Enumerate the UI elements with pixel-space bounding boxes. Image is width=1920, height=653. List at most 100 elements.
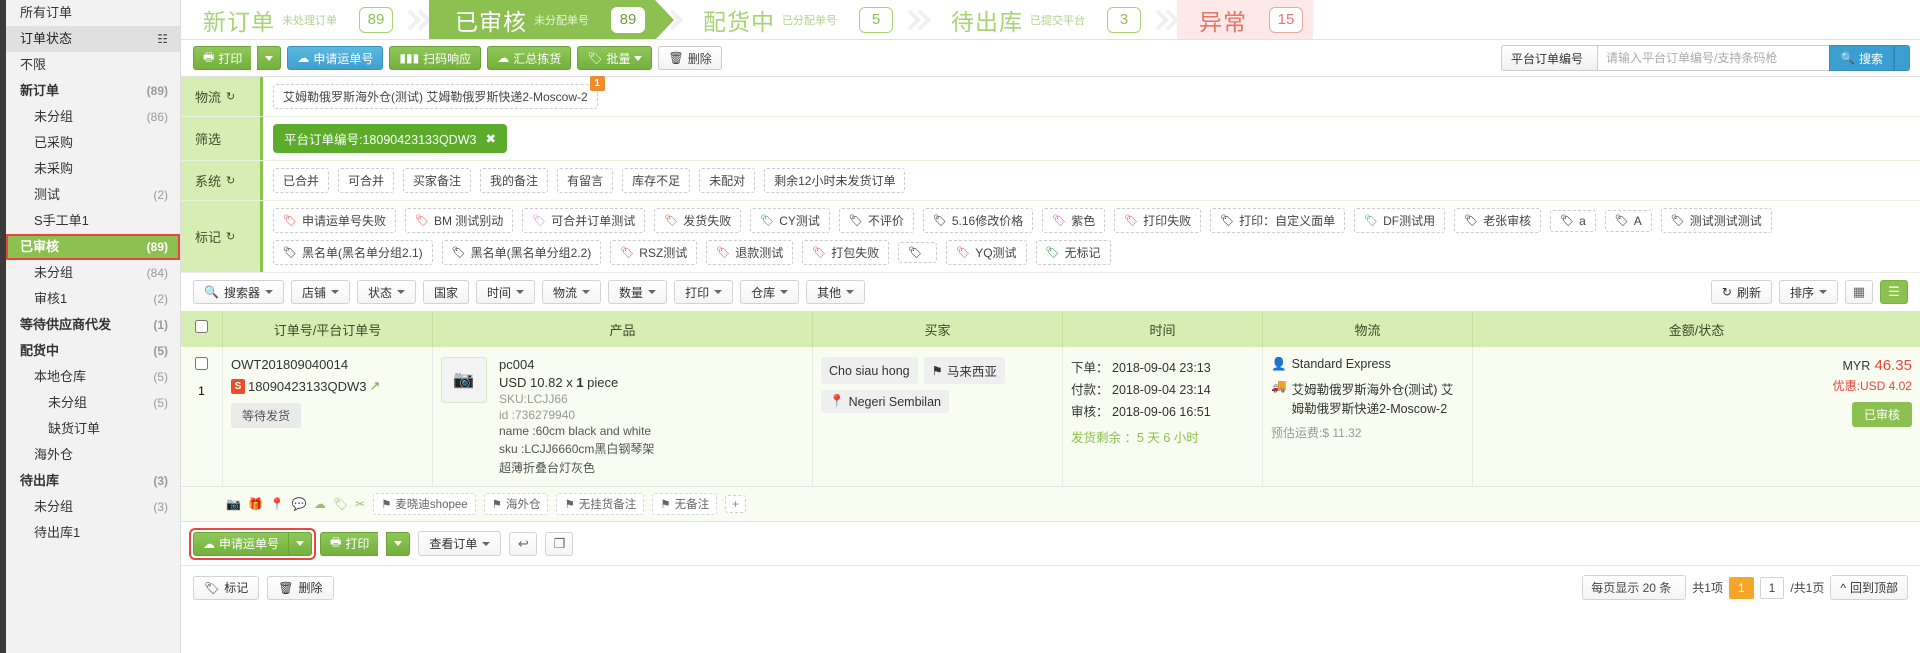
sidebar-item-18[interactable]: 待出库 (3) [6,468,180,494]
step-tab-4[interactable]: 异常 15 [1177,0,1313,39]
filter-chip-3-6[interactable]: 🏷 5.16修改价格 [922,208,1034,233]
sidebar-item-20[interactable]: 待出库1 [6,520,180,546]
search-dropdown-button[interactable] [1894,45,1910,71]
sidebar-item-19[interactable]: 未分组 (3) [6,494,180,520]
refresh-icon[interactable]: ↻ [226,174,235,187]
cloud-icon[interactable]: ☁ [314,497,326,511]
sidebar-item-9[interactable]: 已审核 (89) [6,234,180,260]
undo-button[interactable]: ↩ [509,531,538,556]
subbar-button-0[interactable]: 🔍 搜索器 [193,280,284,304]
filter-chip-3-11[interactable]: 🏷 老张审核 [1454,208,1542,233]
row-checkbox[interactable] [195,357,208,370]
camera-icon[interactable]: 📷 [226,497,241,511]
sidebar-item-12[interactable]: 等待供应商代发 (1) [6,312,180,338]
filter-chip-3-4[interactable]: 🏷 CY测试 [750,208,830,233]
search-button[interactable]: 🔍 搜索 [1829,45,1894,71]
filter-chip-2-4[interactable]: 有留言 [557,168,614,193]
row-tag-2[interactable]: ⚑ 无挂货备注 [556,493,645,515]
filter-chip-3-9[interactable]: 🏷 打印：自定义面单 [1210,208,1346,233]
filter-chip-3-7[interactable]: 🏷 紫色 [1042,208,1106,233]
scissors-icon[interactable]: ✂ [355,497,365,511]
grid-view-button[interactable]: ▦ [1845,280,1873,304]
delete-button[interactable]: 🗑 删除 [658,46,722,70]
filter-chip-2-5[interactable]: 库存不足 [622,168,691,193]
refresh-icon[interactable]: ↻ [226,90,235,103]
batch-pick-button[interactable]: ☁ 汇总拣货 [487,46,572,70]
current-page-badge[interactable]: 1 [1728,576,1754,599]
filter-chip-0-0[interactable]: 艾姆勒俄罗斯海外仓(测试) 艾姆勒俄罗斯快递2-Moscow-2 1 [273,76,605,109]
filter-chip-3-20[interactable]: 🏷 [898,242,938,263]
sidebar-item-7[interactable]: 测试 (2) [6,182,180,208]
subbar-button-2[interactable]: 状态 [356,280,416,304]
filter-chip-3-19[interactable]: 🏷 打包失败 [802,240,890,265]
sidebar-item-10[interactable]: 未分组 (84) [6,260,180,286]
product-thumbnail[interactable]: 📷 [441,357,487,403]
tag-icon[interactable]: 🏷 [333,497,348,511]
filter-chip-3-8[interactable]: 🏷 打印失败 [1114,208,1202,233]
subbar-button-4[interactable]: 时间 [476,280,536,304]
view-order-button[interactable]: 查看订单 [418,531,502,556]
filter-chip-3-18[interactable]: 🏷 退款测试 [706,240,794,265]
batch-button[interactable]: 🏷 批量 [577,46,653,70]
filter-chip-3-13[interactable]: 🏷 A [1604,209,1652,232]
back-to-top-button[interactable]: ^ 回到顶部 [1830,575,1908,600]
row-tag-1[interactable]: ⚑ 海外仓 [483,493,549,515]
filter-chip-3-14[interactable]: 🏷 测试测试测试 [1660,208,1772,233]
row-print-dropdown[interactable] [386,531,411,556]
filter-chip-3-17[interactable]: 🏷 RSZ测试 [610,240,698,265]
sidebar-item-4[interactable]: 未分组 (86) [6,104,180,130]
sidebar-item-13[interactable]: 配货中 (5) [6,338,180,364]
subbar-button-3[interactable]: 国家 [423,280,470,304]
filter-chip-3-15[interactable]: 🏷 黑名单(黑名单分组2.1) [273,240,433,265]
sort-button[interactable]: 排序 [1778,280,1838,304]
step-tab-1[interactable]: 已审核 未分配单号 89 [429,0,674,39]
filter-chip-2-0[interactable]: 已合并 [273,168,330,193]
refresh-button[interactable]: ↻ 刷新 [1710,280,1772,304]
sidebar-item-3[interactable]: 新订单 (89) [6,78,180,104]
close-icon[interactable]: ✖ [485,131,495,146]
copy-button[interactable]: ❐ [545,531,574,556]
sidebar-item-0[interactable]: 所有订单 [6,0,180,26]
search-input[interactable] [1597,45,1830,71]
filter-chip-3-22[interactable]: 🏷 无标记 [1035,240,1111,265]
sidebar-item-5[interactable]: 已采购 [6,130,180,156]
filter-chip-2-2[interactable]: 买家备注 [403,168,472,193]
sidebar-item-17[interactable]: 海外仓 [6,442,180,468]
sidebar-item-16[interactable]: 缺货订单 [6,416,180,442]
scan-response-button[interactable]: ▮▮▮ 扫码响应 [389,46,482,70]
filter-chip-2-1[interactable]: 可合并 [338,168,395,193]
filter-chip-3-10[interactable]: 🏷 DF测试用 [1354,208,1446,233]
refresh-icon[interactable]: ↻ [226,230,235,243]
gift-icon[interactable]: 🎁 [248,497,263,511]
subbar-button-8[interactable]: 仓库 [740,280,800,304]
row-tag-0[interactable]: ⚑ 麦晓迪shopee [373,493,476,515]
sidebar-item-1[interactable]: 订单状态 ☷ [6,26,180,52]
bottom-delete-button[interactable]: 🗑 删除 [267,575,334,600]
select-all-checkbox[interactable] [195,320,208,333]
sidebar-item-6[interactable]: 未采购 [6,156,180,182]
row-apply-waybill-dropdown[interactable] [288,531,313,556]
filter-chip-3-5[interactable]: 🏷 不评价 [838,208,914,233]
sidebar-item-8[interactable]: S手工单1 [6,208,180,234]
filter-chip-3-0[interactable]: 🏷 申请运单号失败 [273,208,396,233]
subbar-button-6[interactable]: 数量 [608,280,668,304]
message-icon[interactable]: 💬 [292,497,307,511]
filter-chip-3-16[interactable]: 🏷 黑名单(黑名单分组2.2) [441,240,602,265]
subbar-button-7[interactable]: 打印 [674,280,734,304]
filter-chip-1-0[interactable]: 平台订单编号:18090423133QDW3 ✖ [273,124,507,153]
platform-order-number[interactable]: 18090423133QDW3 [248,379,367,394]
filter-chip-2-6[interactable]: 未配对 [699,168,756,193]
row-apply-waybill-button[interactable]: ☁ 申请运单号 [193,531,289,556]
print-button[interactable]: 🖶 打印 [193,46,252,70]
sidebar-item-15[interactable]: 未分组 (5) [6,390,180,416]
filter-chip-3-12[interactable]: 🏷 a [1550,209,1596,232]
apply-waybill-button[interactable]: ☁ 申请运单号 [287,46,384,70]
order-number[interactable]: OWT201809040014 [231,357,424,372]
per-page-selector[interactable]: 每页显示 20 条 [1582,575,1687,600]
mark-button[interactable]: 🏷 标记 [193,575,260,600]
step-tab-0[interactable]: 新订单 未处理订单 89 [181,0,403,39]
step-tab-2[interactable]: 配货中 已分配单号 5 [681,0,903,39]
filter-chip-3-3[interactable]: 🏷 发货失败 [654,208,742,233]
filter-chip-3-21[interactable]: 🏷 YQ测试 [946,240,1027,265]
print-dropdown-button[interactable] [257,46,282,70]
